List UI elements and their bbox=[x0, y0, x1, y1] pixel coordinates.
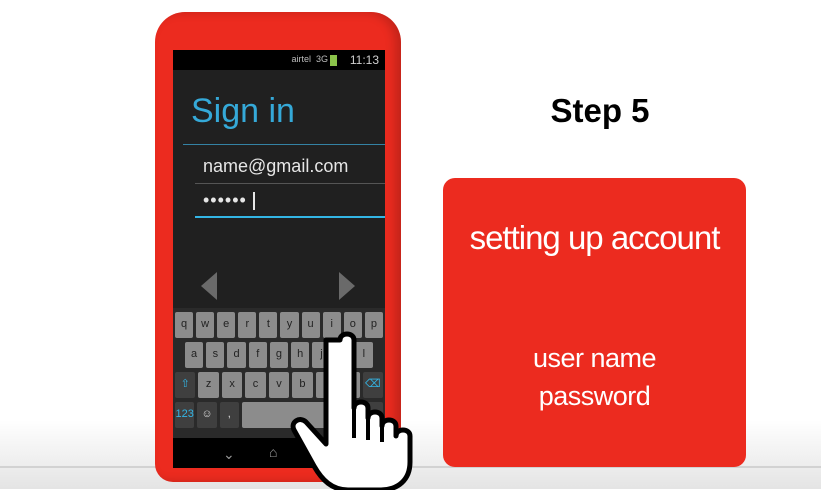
key-a[interactable]: a bbox=[185, 342, 204, 368]
key-w[interactable]: w bbox=[196, 312, 215, 338]
numbers-key[interactable]: 123 bbox=[175, 402, 195, 428]
key-v[interactable]: v bbox=[268, 372, 290, 398]
step-label: Step 5 bbox=[550, 92, 650, 129]
password-field[interactable]: •••••• bbox=[203, 190, 383, 216]
key-x[interactable]: x bbox=[221, 372, 243, 398]
pointing-hand-icon bbox=[290, 331, 413, 490]
home-icon[interactable]: ⌂ bbox=[269, 444, 277, 460]
email-field[interactable]: name@gmail.com bbox=[203, 156, 383, 180]
battery-icon bbox=[330, 55, 337, 66]
previous-arrow-icon[interactable] bbox=[201, 272, 217, 300]
comma-key[interactable]: , bbox=[219, 402, 239, 428]
key-d[interactable]: d bbox=[227, 342, 246, 368]
status-bar: airtel 3G 11:13 bbox=[173, 50, 385, 70]
password-underline bbox=[195, 216, 385, 218]
signin-title: Sign in bbox=[191, 92, 295, 130]
carrier-label: airtel bbox=[291, 54, 311, 64]
key-f[interactable]: f bbox=[248, 342, 267, 368]
email-underline bbox=[195, 183, 385, 184]
key-t[interactable]: t bbox=[259, 312, 278, 338]
card-heading: setting up account bbox=[469, 219, 721, 256]
key-e[interactable]: e bbox=[217, 312, 236, 338]
key-z[interactable]: z bbox=[198, 372, 219, 398]
key-s[interactable]: s bbox=[206, 342, 225, 368]
info-card: setting up account user name password bbox=[443, 178, 746, 467]
password-value: •••••• bbox=[203, 190, 247, 210]
key-q[interactable]: q bbox=[175, 312, 194, 338]
signal-icon: 3G bbox=[315, 54, 328, 64]
emoji-key[interactable]: ☺ bbox=[197, 402, 217, 428]
status-time: 11:13 bbox=[349, 53, 379, 67]
key-c[interactable]: c bbox=[245, 372, 266, 398]
card-password-text: password bbox=[538, 381, 651, 411]
back-icon[interactable]: ⌄ bbox=[223, 446, 235, 463]
key-g[interactable]: g bbox=[269, 342, 289, 368]
title-divider bbox=[183, 144, 385, 145]
shift-key[interactable]: ⇧ bbox=[175, 372, 196, 398]
key-r[interactable]: r bbox=[238, 312, 257, 338]
card-username-text: user name bbox=[532, 343, 657, 373]
next-arrow-icon[interactable] bbox=[339, 272, 355, 300]
text-cursor bbox=[252, 192, 255, 211]
